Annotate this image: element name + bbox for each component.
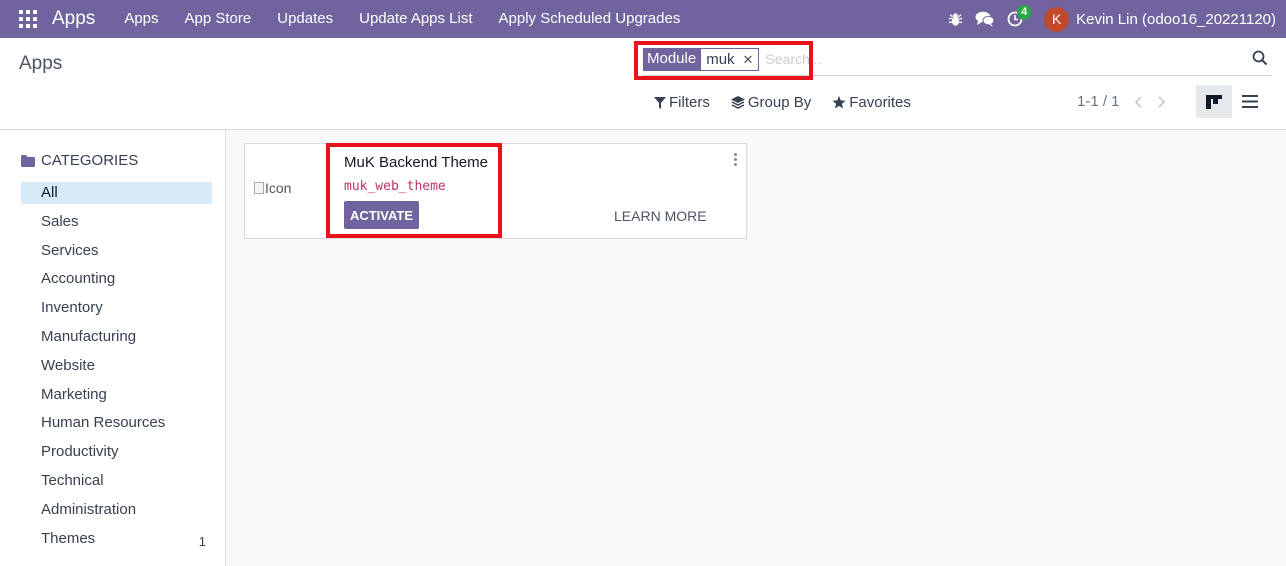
category-label-themes: Themes <box>41 529 96 547</box>
module-icon-image: Icon <box>254 180 291 196</box>
star-icon <box>832 96 846 109</box>
view-switcher <box>1196 85 1268 118</box>
categories-sidebar: CATEGORIES All Sales Services Accounting… <box>0 130 226 566</box>
nav-item-app-store[interactable]: App Store <box>172 0 265 38</box>
kebab-menu-icon[interactable] <box>734 153 738 168</box>
category-item-productivity[interactable]: Productivity <box>21 441 212 470</box>
group-by-button[interactable]: Group By <box>730 94 812 111</box>
pager-previous-icon[interactable] <box>1134 95 1143 108</box>
category-count-themes: 1 <box>198 533 206 549</box>
categories-title: CATEGORIES <box>41 152 139 169</box>
broken-image-icon <box>254 182 264 194</box>
categories-header: CATEGORIES <box>21 152 138 169</box>
nav-item-update-apps-list[interactable]: Update Apps List <box>346 0 485 38</box>
category-item-accounting[interactable]: Accounting <box>21 268 212 297</box>
navbar-systray: 4 K Kevin Lin (odoo16_20221120) <box>940 0 1286 38</box>
category-item-services[interactable]: Services <box>21 240 212 269</box>
pager-value[interactable]: 1-1 / 1 <box>1077 93 1120 110</box>
module-icon-alt: Icon <box>265 180 292 196</box>
card-highlight-box <box>326 143 502 238</box>
nav-item-updates[interactable]: Updates <box>264 0 346 38</box>
folder-icon <box>21 154 35 167</box>
user-name: Kevin Lin (odoo16_20221120) <box>1076 10 1276 28</box>
clock-icon[interactable]: 4 <box>1000 0 1032 38</box>
nav-item-apps[interactable]: Apps <box>111 0 171 38</box>
chat-icon[interactable] <box>970 0 1000 38</box>
category-item-administration[interactable]: Administration <box>21 499 212 528</box>
category-item-technical[interactable]: Technical <box>21 470 212 499</box>
bug-icon[interactable] <box>940 0 970 38</box>
category-item-website[interactable]: Website <box>21 355 212 384</box>
filters-label: Filters <box>669 94 710 111</box>
filter-icon <box>654 96 666 109</box>
kanban-view-icon[interactable] <box>1196 85 1232 118</box>
user-menu[interactable]: K Kevin Lin (odoo16_20221120) <box>1044 6 1276 32</box>
group-by-label: Group By <box>747 94 812 111</box>
app-brand[interactable]: Apps <box>52 8 95 30</box>
apps-menu-icon[interactable] <box>19 10 37 28</box>
category-item-inventory[interactable]: Inventory <box>21 297 212 326</box>
category-item-all[interactable]: All <box>21 182 212 204</box>
favorites-button[interactable]: Favorites <box>832 94 911 111</box>
category-item-human-resources[interactable]: Human Resources <box>21 412 212 441</box>
search-options: Filters Group By Favorites <box>654 94 932 111</box>
avatar: K <box>1044 6 1070 32</box>
category-item-manufacturing[interactable]: Manufacturing <box>21 326 212 355</box>
nav-menu: Apps App Store Updates Update Apps List … <box>111 0 693 38</box>
favorites-label: Favorites <box>849 94 911 111</box>
layers-icon <box>730 96 745 109</box>
activity-count-badge: 4 <box>1017 5 1032 20</box>
pager-next-icon[interactable] <box>1157 95 1166 108</box>
pager: 1-1 / 1 <box>1077 93 1166 110</box>
top-navbar: Apps Apps App Store Updates Update Apps … <box>0 0 1286 38</box>
category-item-sales[interactable]: Sales <box>21 211 212 240</box>
search-input[interactable] <box>765 51 1236 67</box>
learn-more-button[interactable]: LEARN MORE <box>614 208 707 224</box>
category-item-marketing[interactable]: Marketing <box>21 384 212 413</box>
search-highlight-box <box>634 41 813 80</box>
nav-item-apply-scheduled-upgrades[interactable]: Apply Scheduled Upgrades <box>486 0 694 38</box>
breadcrumb: Apps <box>19 53 63 74</box>
search-icon[interactable] <box>1252 50 1268 71</box>
category-list: All Sales Services Accounting Inventory … <box>21 182 212 556</box>
category-item-themes[interactable]: Themes 1 <box>21 528 212 557</box>
list-view-icon[interactable] <box>1232 85 1268 118</box>
filters-button[interactable]: Filters <box>654 94 710 111</box>
